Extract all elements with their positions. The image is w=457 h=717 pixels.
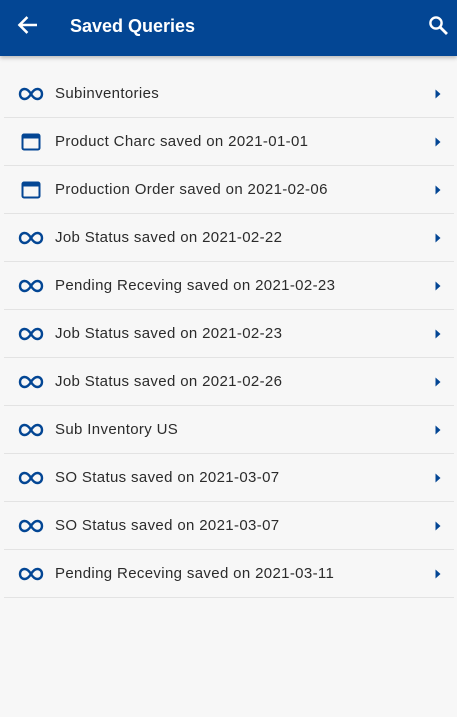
arrow-left-icon bbox=[17, 16, 37, 34]
query-label: Job Status saved on 2021-02-22 bbox=[55, 229, 283, 246]
query-row[interactable]: Job Status saved on 2021-02-22 bbox=[4, 214, 454, 262]
query-row[interactable]: Product Charc saved on 2021-01-01 bbox=[4, 118, 454, 166]
window-icon bbox=[17, 178, 45, 202]
infinity-icon bbox=[17, 370, 45, 394]
query-label: Product Charc saved on 2021-01-01 bbox=[55, 133, 309, 150]
saved-queries-list: Subinventories Product Charc saved on 202… bbox=[4, 70, 454, 598]
query-row[interactable]: Pending Receving saved on 2021-03-11 bbox=[4, 550, 454, 598]
query-row[interactable]: Job Status saved on 2021-02-26 bbox=[4, 358, 454, 406]
chevron-right-icon bbox=[434, 135, 442, 147]
chevron-right-icon bbox=[434, 423, 442, 435]
query-row[interactable]: Production Order saved on 2021-02-06 bbox=[4, 166, 454, 214]
query-row[interactable]: Subinventories bbox=[4, 70, 454, 118]
infinity-icon bbox=[17, 562, 45, 586]
query-row[interactable]: Job Status saved on 2021-02-23 bbox=[4, 310, 454, 358]
query-label: Pending Receving saved on 2021-03-11 bbox=[55, 565, 335, 582]
infinity-icon bbox=[17, 514, 45, 538]
query-row[interactable]: SO Status saved on 2021-03-07 bbox=[4, 502, 454, 550]
search-button[interactable] bbox=[423, 10, 453, 40]
infinity-icon bbox=[17, 274, 45, 298]
chevron-right-icon bbox=[434, 567, 442, 579]
query-row[interactable]: Sub Inventory US bbox=[4, 406, 454, 454]
app-screen: Saved Queries Subinventories Product Char… bbox=[0, 0, 457, 717]
chevron-right-icon bbox=[434, 471, 442, 483]
query-label: Subinventories bbox=[55, 85, 160, 102]
infinity-icon bbox=[17, 82, 45, 106]
chevron-right-icon bbox=[434, 279, 442, 291]
infinity-icon bbox=[17, 418, 45, 442]
back-button[interactable] bbox=[10, 8, 44, 42]
query-row[interactable]: SO Status saved on 2021-03-07 bbox=[4, 454, 454, 502]
chevron-right-icon bbox=[434, 183, 442, 195]
chevron-right-icon bbox=[434, 327, 442, 339]
query-label: Job Status saved on 2021-02-26 bbox=[55, 373, 283, 390]
infinity-icon bbox=[17, 466, 45, 490]
query-row[interactable]: Pending Receving saved on 2021-02-23 bbox=[4, 262, 454, 310]
page-title: Saved Queries bbox=[70, 16, 196, 36]
search-icon bbox=[429, 16, 448, 35]
chevron-right-icon bbox=[434, 375, 442, 387]
query-label: SO Status saved on 2021-03-07 bbox=[55, 517, 280, 534]
query-label: Job Status saved on 2021-02-23 bbox=[55, 325, 283, 342]
infinity-icon bbox=[17, 322, 45, 346]
app-bar: Saved Queries bbox=[0, 0, 457, 56]
chevron-right-icon bbox=[434, 231, 442, 243]
query-label: SO Status saved on 2021-03-07 bbox=[55, 469, 280, 486]
window-icon bbox=[17, 130, 45, 154]
chevron-right-icon bbox=[434, 87, 442, 99]
chevron-right-icon bbox=[434, 519, 442, 531]
query-label: Pending Receving saved on 2021-02-23 bbox=[55, 277, 336, 294]
query-label: Sub Inventory US bbox=[55, 421, 179, 438]
infinity-icon bbox=[17, 226, 45, 250]
query-label: Production Order saved on 2021-02-06 bbox=[55, 181, 328, 198]
